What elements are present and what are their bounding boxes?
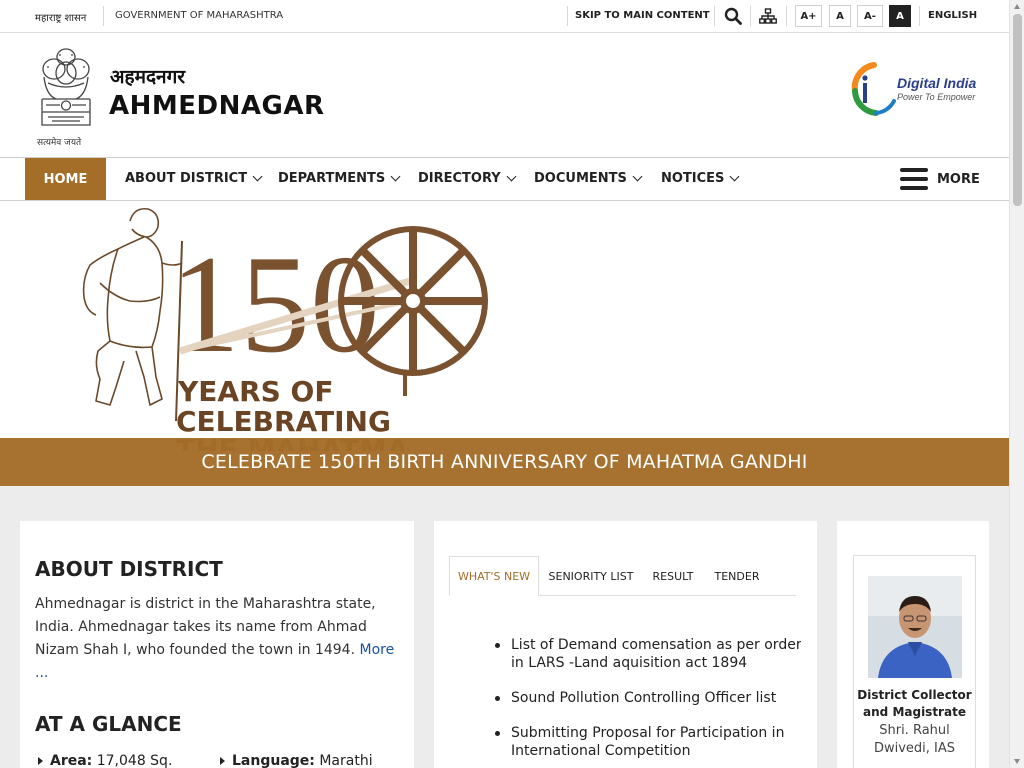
news-list-viewport: List of Demand comensation as per order … [434,621,801,768]
gov-name-english: GOVERNMENT OF MAHARASHTRA [115,10,284,21]
divider [567,6,568,26]
list-item[interactable]: Sound Pollution Controlling Officer list [495,689,801,707]
list-item[interactable]: List of Demand comensation as per order … [495,636,801,672]
font-normal-button[interactable]: A [829,5,851,27]
glance-area-value: 17,048 Sq. [96,753,173,768]
top-utility-bar: महाराष्ट्र शासन GOVERNMENT OF MAHARASHTR… [0,0,1009,33]
divider [750,6,751,26]
digital-india-title: Digital India [897,75,977,91]
gov-name-marathi: महाराष्ट्र शासन [35,13,87,24]
divider [714,6,715,26]
banner-line-1: YEARS OF [177,375,333,408]
collector-panel: District Collector and Magistrate Shri. … [837,521,989,768]
about-district-panel: ABOUT DISTRICT Ahmednagar is district in… [20,521,414,768]
font-increase-button[interactable]: A+ [795,5,822,27]
caret-right-icon [38,757,43,765]
about-heading: ABOUT DISTRICT [35,557,223,581]
hero-banner: 150 YEARS OF CELEBRATING THE MAHATMA CEL… [0,201,1009,486]
news-item-text: List of Demand comensation as per order … [511,637,801,671]
gandhi-150-logo: 150 YEARS OF CELEBRATING THE MAHATMA [82,207,488,451]
chevron-down-icon [506,171,517,182]
nav-label: ABOUT DISTRICT [125,171,248,186]
glance-language-value: Marathi [319,753,373,768]
nav-more-label: MORE [937,171,980,187]
font-decrease-button[interactable]: A- [857,5,883,27]
banner-caption: CELEBRATE 150TH BIRTH ANNIVERSARY OF MAH… [201,451,808,473]
collector-name: Shri. Rahul Dwivedi, IAS [873,723,956,756]
chevron-down-icon [632,171,643,182]
chevron-down-icon [390,171,401,182]
collector-card: District Collector and Magistrate Shri. … [853,555,976,768]
scroll-down-arrow-icon[interactable] [1014,759,1020,764]
search-icon[interactable] [723,6,743,26]
glance-area: Area: 17,048 Sq. [38,753,172,768]
list-item[interactable]: Submitting Proposal for Participation in… [495,724,801,760]
news-list: List of Demand comensation as per order … [495,636,801,768]
nav-label: NOTICES [661,171,725,186]
scrollbar-thumb[interactable] [1013,14,1022,206]
nav-about-district[interactable]: ABOUT DISTRICT [125,171,263,186]
nav-home[interactable]: HOME [25,158,106,200]
banner-caption-strip: CELEBRATE 150TH BIRTH ANNIVERSARY OF MAH… [0,438,1009,486]
nav-label: DEPARTMENTS [278,171,386,186]
nav-more-button[interactable]: MORE [900,168,980,190]
collector-role: District Collector and Magistrate [857,688,972,719]
collector-photo [868,576,962,678]
main-navigation: HOME ABOUT DISTRICT DEPARTMENTS DIRECTOR… [0,157,1009,201]
divider [786,6,787,26]
digital-india-tagline: Power To Empower [897,92,976,102]
tab-seniority-list[interactable]: SENIORITY LIST [541,556,641,596]
nav-departments[interactable]: DEPARTMENTS [278,171,401,186]
at-a-glance-heading: AT A GLANCE [35,712,182,736]
about-text: Ahmednagar is district in the Maharashtr… [35,593,407,685]
news-tabs: WHAT'S NEW SENIORITY LIST RESULT TENDER [449,556,796,596]
emblem-motto: सत्यमेव जयते [37,138,82,148]
news-item-text: Submitting Proposal for Participation in… [511,725,785,759]
page-scrollbar[interactable] [1009,0,1024,768]
nav-label: DIRECTORY [418,171,501,186]
hamburger-menu-icon [900,168,928,190]
scroll-up-arrow-icon[interactable] [1014,4,1020,9]
divider [103,6,104,26]
about-body: Ahmednagar is district in the Maharashtr… [35,596,376,658]
nav-label: DOCUMENTS [534,171,627,186]
caret-right-icon [220,757,225,765]
glance-area-label: Area: [50,753,93,768]
sitemap-icon[interactable] [758,6,778,26]
tab-tender[interactable]: TENDER [705,556,769,596]
skip-to-main-content-link[interactable]: SKIP TO MAIN CONTENT [575,10,710,21]
site-title-english[interactable]: AHMEDNAGAR [109,91,324,121]
whats-new-panel: WHAT'S NEW SENIORITY LIST RESULT TENDER … [434,521,817,768]
news-item-text: Sound Pollution Controlling Officer list [511,690,777,706]
nav-directory[interactable]: DIRECTORY [418,171,517,186]
glance-language-label: Language: [232,753,315,768]
chevron-down-icon [729,171,740,182]
site-title-marathi[interactable]: अहमदनगर [110,63,185,89]
tab-whats-new[interactable]: WHAT'S NEW [449,556,539,596]
high-contrast-button[interactable]: A [889,5,911,27]
site-header: सत्यमेव जयते अहमदनगर AHMEDNAGAR Digital … [0,33,1009,158]
chevron-down-icon [252,171,263,182]
glance-language: Language: Marathi [220,753,373,768]
language-selector[interactable]: ENGLISH [928,10,977,21]
nav-documents[interactable]: DOCUMENTS [534,171,643,186]
divider [919,6,920,26]
tab-result[interactable]: RESULT [643,556,703,596]
nav-notices[interactable]: NOTICES [661,171,740,186]
